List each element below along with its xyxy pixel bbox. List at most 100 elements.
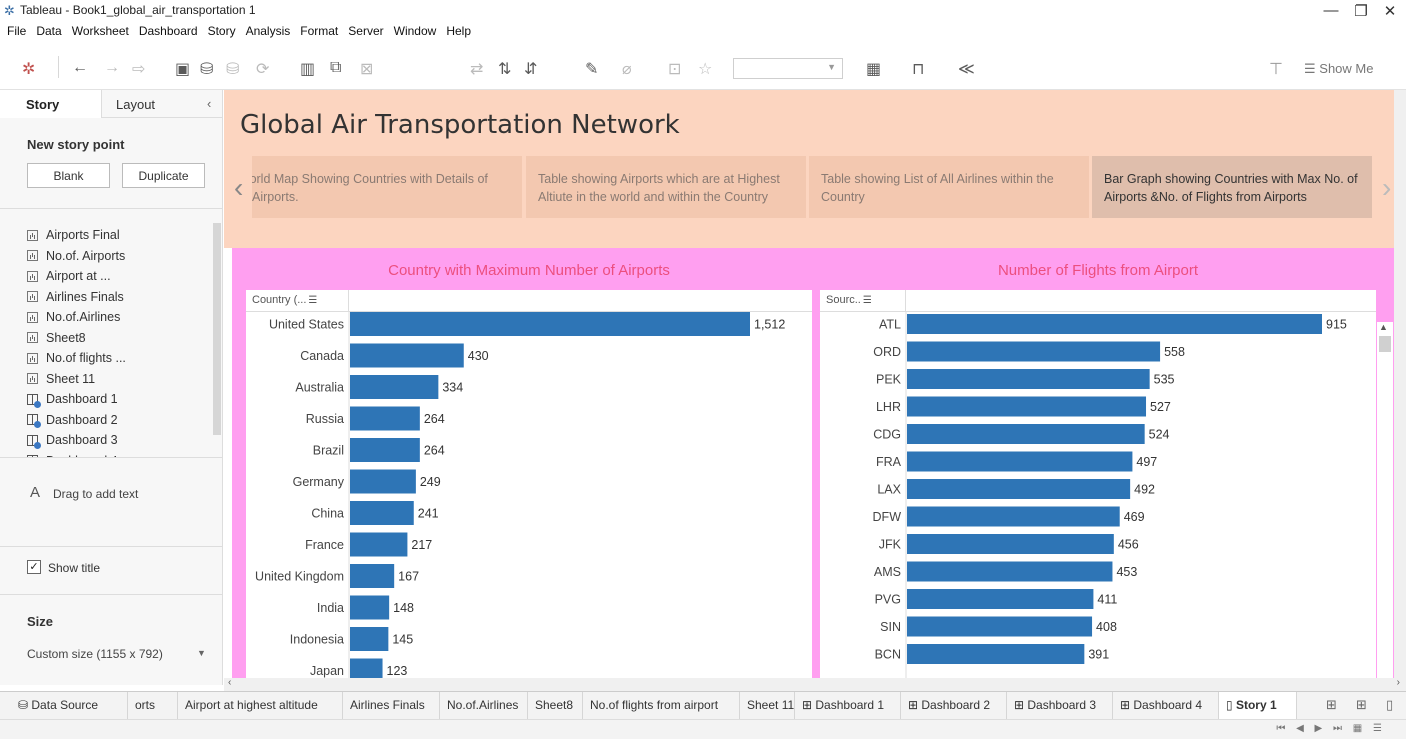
sheet-tab[interactable]: Sheet8 — [528, 692, 583, 720]
horizontal-scrollbar[interactable]: ‹ › — [224, 677, 1406, 691]
sort-icon[interactable]: ☰ — [863, 295, 872, 306]
new-worksheet-icon[interactable]: ▥ — [300, 59, 315, 79]
tableau-home-icon[interactable]: ✲ — [22, 59, 35, 79]
bar[interactable] — [907, 616, 1093, 637]
pin-icon[interactable]: ☆ — [698, 59, 712, 79]
drag-to-add-text[interactable]: Drag to add text — [53, 487, 138, 501]
sheet-list-item[interactable]: No.of.Airlines — [27, 307, 212, 328]
menu-analysis[interactable]: Analysis — [241, 20, 296, 40]
sheet-tab[interactable]: Airport at highest altitude — [178, 692, 343, 720]
bar[interactable] — [350, 406, 420, 431]
new-story-tab-icon[interactable]: ▯ — [1386, 697, 1393, 713]
chart-vertical-scrollbar[interactable]: ▲ — [1377, 322, 1393, 680]
column-header-country[interactable]: Country (... ☰ — [246, 290, 349, 312]
menu-file[interactable]: File — [2, 20, 31, 40]
share-icon[interactable]: ≪ — [958, 59, 975, 79]
bar[interactable] — [907, 451, 1133, 472]
menu-help[interactable]: Help — [441, 20, 476, 40]
sheet-list-item[interactable]: Dashboard 2 — [27, 410, 212, 431]
next-story-point-icon[interactable]: › — [1382, 172, 1391, 204]
bar[interactable] — [907, 506, 1120, 527]
redo-icon[interactable]: ⇨ — [132, 59, 145, 79]
story-point-4[interactable]: Bar Graph showing Countries with Max No.… — [1092, 156, 1372, 218]
highlight-icon[interactable]: ✎ — [585, 59, 598, 79]
sheet-tab[interactable]: ⛁ Data Source — [0, 692, 128, 720]
save-icon[interactable]: ▣ — [175, 59, 190, 79]
bar[interactable] — [350, 532, 408, 557]
sheet-tab[interactable]: ▯ Story 1 — [1219, 692, 1297, 720]
previous-story-point-icon[interactable]: ‹ — [234, 172, 243, 204]
duplicate-sheet-icon[interactable]: ⧉ — [330, 59, 341, 77]
tab-layout[interactable]: Layout — [102, 90, 222, 118]
swap-icon[interactable]: ⇄ — [470, 59, 483, 79]
scroll-right-icon[interactable]: › — [1397, 677, 1400, 688]
restore-button[interactable]: ❐ — [1351, 2, 1371, 20]
bar[interactable] — [907, 369, 1150, 389]
scroll-left-icon[interactable]: ‹ — [228, 677, 231, 688]
sheet-list-item[interactable]: Sheet 11 — [27, 369, 212, 390]
bar[interactable] — [907, 479, 1131, 499]
bar[interactable] — [350, 501, 414, 525]
sheet-tab[interactable]: No.of.Airlines — [440, 692, 528, 720]
sheet-list-item[interactable]: Sheet8 — [27, 328, 212, 349]
new-datasource-icon[interactable]: ⛁ — [200, 59, 213, 79]
bar[interactable] — [350, 375, 439, 399]
group-icon[interactable]: ⌀ — [622, 59, 632, 79]
bar[interactable] — [907, 314, 1322, 334]
duplicate-button[interactable]: Duplicate — [122, 163, 205, 188]
bar[interactable] — [350, 595, 390, 620]
back-icon[interactable]: ← — [72, 59, 88, 77]
sheet-tab[interactable]: ⊞ Dashboard 4 — [1113, 692, 1219, 720]
sheet-list-item[interactable]: Dashboard 3 — [27, 430, 212, 451]
bar[interactable] — [907, 341, 1161, 362]
blank-button[interactable]: Blank — [27, 163, 110, 188]
column-header-source[interactable]: Sourc.. ☰ — [820, 290, 906, 312]
menu-server[interactable]: Server — [343, 20, 388, 40]
bar[interactable] — [907, 589, 1094, 609]
sheet-tab[interactable]: ⊞ Dashboard 3 — [1007, 692, 1113, 720]
sheet-tab[interactable]: ⊞ Dashboard 1 — [795, 692, 901, 720]
bar[interactable] — [907, 534, 1114, 554]
show-me-button[interactable]: ☰ Show Me — [1304, 61, 1373, 77]
sheet-list-item[interactable]: Airport at ... — [27, 266, 212, 287]
menu-worksheet[interactable]: Worksheet — [67, 20, 134, 40]
bar[interactable] — [907, 561, 1113, 582]
new-worksheet-tab-icon[interactable]: ⊞ — [1326, 697, 1337, 713]
bar[interactable] — [907, 396, 1147, 417]
sheet-navigation-icons[interactable]: ⏮ ◀ ▶ ⏭ ▦ ☰ — [1276, 723, 1386, 734]
story-point-2[interactable]: Table showing Airports which are at High… — [526, 156, 806, 218]
menu-dashboard[interactable]: Dashboard — [134, 20, 203, 40]
refresh-icon[interactable]: ⟳ — [256, 59, 269, 79]
sheet-tab[interactable]: ⊞ Dashboard 2 — [901, 692, 1007, 720]
story-point-1[interactable]: World Map Showing Countries with Details… — [252, 156, 522, 218]
labels-icon[interactable]: ⊡ — [668, 59, 681, 79]
sheet-list-item[interactable]: No.of flights ... — [27, 348, 212, 369]
menu-data[interactable]: Data — [31, 20, 66, 40]
sheet-list-item[interactable]: Dashboard 1 — [27, 389, 212, 410]
collapse-pane-icon[interactable]: ‹ — [207, 96, 211, 111]
new-dashboard-tab-icon[interactable]: ⊞ — [1356, 697, 1367, 713]
chevron-down-icon[interactable]: ▼ — [197, 648, 206, 658]
sheet-tab[interactable]: Sheet 11 — [740, 692, 795, 720]
forward-icon[interactable]: → — [104, 59, 120, 77]
bar[interactable] — [350, 438, 420, 462]
size-dropdown[interactable]: Custom size (1155 x 792) — [27, 647, 163, 661]
sort-descending-icon[interactable]: ⇵ — [524, 59, 537, 79]
bar[interactable] — [907, 424, 1145, 444]
menu-story[interactable]: Story — [203, 20, 241, 40]
sheet-tab[interactable]: orts — [128, 692, 178, 720]
sheet-tab[interactable]: Airlines Finals — [343, 692, 440, 720]
menu-format[interactable]: Format — [295, 20, 343, 40]
bar[interactable] — [350, 469, 416, 494]
presentation-icon[interactable]: ⊓ — [912, 59, 924, 79]
fit-dropdown[interactable]: ▼ — [733, 58, 843, 79]
close-button[interactable]: ✕ — [1380, 2, 1400, 20]
sort-icon[interactable]: ☰ — [308, 295, 317, 306]
sheet-tab[interactable]: No.of flights from airport — [583, 692, 740, 720]
pause-updates-icon[interactable]: ⛁ — [226, 59, 239, 79]
sheet-list-item[interactable]: Airlines Finals — [27, 287, 212, 308]
show-cards-icon[interactable]: ▦ — [866, 59, 881, 79]
story-point-3[interactable]: Table showing List of All Airlines withi… — [809, 156, 1089, 218]
bar[interactable] — [350, 658, 383, 681]
story-vertical-scrollbar[interactable] — [1394, 90, 1406, 680]
